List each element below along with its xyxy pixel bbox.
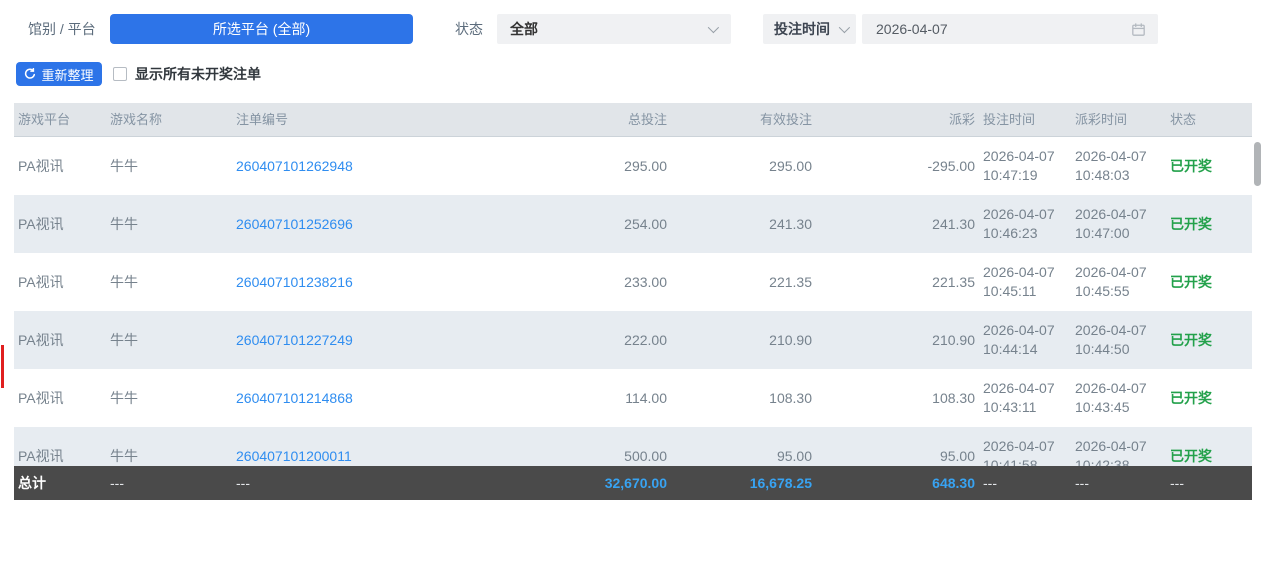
table-row: PA视讯 牛牛 260407101227249 222.00 210.90 21… xyxy=(14,311,1252,369)
cell-bet-time: 2026-04-0710:46:23 xyxy=(983,195,1073,253)
total-bet-time: --- xyxy=(983,466,1073,500)
side-tab-edge xyxy=(1,345,4,388)
chevron-down-icon xyxy=(708,22,719,33)
bet-id-link[interactable]: 260407101214868 xyxy=(236,369,556,427)
total-bet-sum: 32,670.00 xyxy=(557,466,667,500)
cell-bet-time: 2026-04-0710:45:11 xyxy=(983,253,1073,311)
table-row: PA视讯 牛牛 260407101262948 295.00 295.00 -2… xyxy=(14,137,1252,195)
bet-id-link[interactable]: 260407101262948 xyxy=(236,137,556,195)
time-type-select[interactable]: 投注时间 xyxy=(763,14,856,44)
cell-payout: 210.90 xyxy=(812,311,975,369)
totals-row: 总计 --- --- 32,670.00 16,678.25 648.30 --… xyxy=(14,466,1252,500)
status-select[interactable]: 全部 xyxy=(497,14,731,44)
date-input[interactable]: 2026-04-07 xyxy=(862,14,1158,44)
bet-records-page: 馆别 / 平台 所选平台 (全部) 状态 全部 投注时间 2026-04-07 … xyxy=(0,0,1279,562)
cell-bet-time: 2026-04-0710:43:11 xyxy=(983,369,1073,427)
header-payout-time: 派彩时间 xyxy=(1075,103,1167,137)
total-game-name: --- xyxy=(110,466,228,500)
cell-payout: -295.00 xyxy=(812,137,975,195)
table-body: PA视讯 牛牛 260407101262948 295.00 295.00 -2… xyxy=(14,137,1252,500)
show-unsettled-checkbox[interactable] xyxy=(113,67,127,81)
cell-status: 已开奖 xyxy=(1170,137,1250,195)
total-payout-time: --- xyxy=(1075,466,1167,500)
refresh-icon xyxy=(24,68,36,80)
cell-payout: 241.30 xyxy=(812,195,975,253)
bet-id-link[interactable]: 260407101238216 xyxy=(236,253,556,311)
calendar-icon xyxy=(1131,22,1146,37)
cell-payout-time: 2026-04-0710:44:50 xyxy=(1075,311,1167,369)
cell-game-name: 牛牛 xyxy=(110,253,228,311)
header-status: 状态 xyxy=(1170,103,1250,137)
cell-total-bet: 295.00 xyxy=(557,137,667,195)
cell-game-platform: PA视讯 xyxy=(18,369,106,427)
refresh-button-label: 重新整理 xyxy=(41,65,93,84)
header-bet-time: 投注时间 xyxy=(983,103,1073,137)
cell-game-platform: PA视讯 xyxy=(18,253,106,311)
cell-payout-time: 2026-04-0710:45:55 xyxy=(1075,253,1167,311)
vertical-scrollbar-thumb[interactable] xyxy=(1254,142,1261,186)
cell-game-name: 牛牛 xyxy=(110,369,228,427)
cell-payout-time: 2026-04-0710:48:03 xyxy=(1075,137,1167,195)
table-header: 游戏平台 游戏名称 注单编号 总投注 有效投注 派彩 投注时间 派彩时间 状态 xyxy=(14,103,1252,137)
cell-bet-time: 2026-04-0710:47:19 xyxy=(983,137,1073,195)
cell-valid-bet: 295.00 xyxy=(672,137,812,195)
cell-payout: 108.30 xyxy=(812,369,975,427)
cell-payout-time: 2026-04-0710:43:45 xyxy=(1075,369,1167,427)
selected-platform-button[interactable]: 所选平台 (全部) xyxy=(110,14,413,44)
cell-game-platform: PA视讯 xyxy=(18,195,106,253)
cell-valid-bet: 241.30 xyxy=(672,195,812,253)
header-bet-id: 注单编号 xyxy=(236,103,556,137)
cell-game-platform: PA视讯 xyxy=(18,137,106,195)
table-row: PA视讯 牛牛 260407101238216 233.00 221.35 22… xyxy=(14,253,1252,311)
header-game-platform: 游戏平台 xyxy=(18,103,106,137)
header-payout: 派彩 xyxy=(812,103,975,137)
cell-game-name: 牛牛 xyxy=(110,311,228,369)
status-select-value: 全部 xyxy=(510,14,538,44)
header-valid-bet: 有效投注 xyxy=(672,103,812,137)
header-game-name: 游戏名称 xyxy=(110,103,228,137)
cell-total-bet: 233.00 xyxy=(557,253,667,311)
cell-game-platform: PA视讯 xyxy=(18,311,106,369)
date-value: 2026-04-07 xyxy=(876,14,948,44)
time-type-value: 投注时间 xyxy=(774,14,830,44)
refresh-button[interactable]: 重新整理 xyxy=(16,62,102,86)
total-label: 总计 xyxy=(18,466,106,500)
show-unsettled-label: 显示所有未开奖注单 xyxy=(135,62,261,86)
cell-game-name: 牛牛 xyxy=(110,195,228,253)
valid-bet-sum: 16,678.25 xyxy=(672,466,812,500)
total-status: --- xyxy=(1170,466,1250,500)
cell-status: 已开奖 xyxy=(1170,195,1250,253)
cell-status: 已开奖 xyxy=(1170,369,1250,427)
cell-total-bet: 114.00 xyxy=(557,369,667,427)
cell-status: 已开奖 xyxy=(1170,253,1250,311)
cell-payout-time: 2026-04-0710:47:00 xyxy=(1075,195,1167,253)
cell-total-bet: 254.00 xyxy=(557,195,667,253)
cell-valid-bet: 108.30 xyxy=(672,369,812,427)
chevron-down-icon xyxy=(839,22,850,33)
status-label: 状态 xyxy=(455,14,483,44)
cell-status: 已开奖 xyxy=(1170,311,1250,369)
table-row: PA视讯 牛牛 260407101214868 114.00 108.30 10… xyxy=(14,369,1252,427)
header-total-bet: 总投注 xyxy=(557,103,667,137)
hall-platform-label: 馆别 / 平台 xyxy=(28,14,96,44)
total-bet-id: --- xyxy=(236,466,556,500)
table-row: PA视讯 牛牛 260407101252696 254.00 241.30 24… xyxy=(14,195,1252,253)
cell-game-name: 牛牛 xyxy=(110,137,228,195)
bet-id-link[interactable]: 260407101227249 xyxy=(236,311,556,369)
cell-valid-bet: 210.90 xyxy=(672,311,812,369)
cell-bet-time: 2026-04-0710:44:14 xyxy=(983,311,1073,369)
cell-valid-bet: 221.35 xyxy=(672,253,812,311)
cell-payout: 221.35 xyxy=(812,253,975,311)
bet-id-link[interactable]: 260407101252696 xyxy=(236,195,556,253)
cell-total-bet: 222.00 xyxy=(557,311,667,369)
payout-sum: 648.30 xyxy=(812,466,975,500)
